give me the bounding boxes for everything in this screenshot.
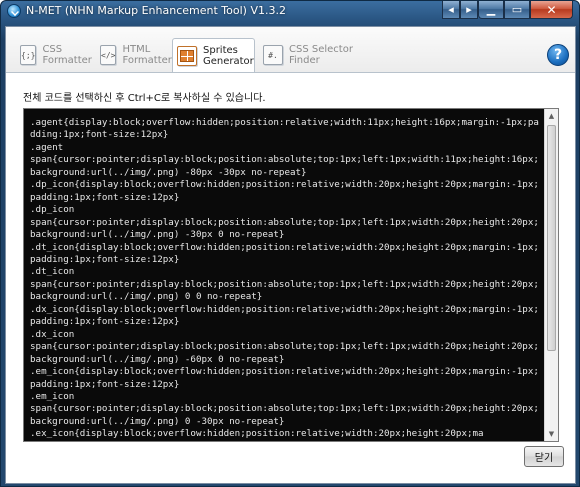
- tab-css-selector-finder[interactable]: #. CSS Selector Finder: [259, 38, 359, 72]
- maximize-button[interactable]: ▭: [504, 1, 530, 19]
- close-button[interactable]: 닫기: [524, 446, 564, 467]
- generated-css-code[interactable]: .agent{display:block;overflow:hidden;pos…: [30, 117, 541, 439]
- forward-arrow-icon: ▸: [466, 3, 472, 16]
- instruction-text: 전체 코드를 선택하신 후 Ctrl+C로 복사하실 수 있습니다.: [23, 93, 266, 104]
- scroll-down-icon[interactable]: ▼: [545, 427, 558, 441]
- tab-label: CSS Formatter: [42, 44, 92, 66]
- scroll-up-icon[interactable]: ▲: [545, 109, 558, 123]
- tab-html-formatter[interactable]: </> HTML Formatter: [96, 38, 172, 72]
- help-button[interactable]: ?: [547, 44, 569, 66]
- tab-sprites-generator[interactable]: Sprites Generator: [172, 38, 255, 73]
- tab-css-formatter[interactable]: {;} CSS Formatter: [16, 38, 92, 72]
- sprites-generator-panel: 전체 코드를 선택하신 후 Ctrl+C로 복사하실 수 있습니다. .agen…: [6, 72, 575, 483]
- close-window-button[interactable]: ✕: [530, 1, 573, 19]
- tab-label: HTML Formatter: [122, 44, 172, 66]
- minimize-icon: ▁: [486, 3, 496, 16]
- app-logo-icon: [7, 4, 21, 18]
- help-icon: ?: [553, 47, 563, 63]
- css-selector-finder-icon: #.: [263, 45, 283, 65]
- window-title: N-MET (NHN Markup Enhancement Tool) V1.3…: [26, 4, 286, 17]
- back-button[interactable]: ◂: [442, 1, 460, 19]
- client-area: {;} CSS Formatter </> HTML Formatter Spr…: [5, 26, 576, 484]
- forward-button[interactable]: ▸: [460, 1, 478, 19]
- tool-tabs: {;} CSS Formatter </> HTML Formatter Spr…: [6, 27, 575, 73]
- minimize-button[interactable]: ▁: [478, 1, 504, 19]
- css-formatter-icon: {;}: [20, 45, 37, 65]
- scrollbar-thumb[interactable]: [547, 125, 556, 351]
- app-window: N-MET (NHN Markup Enhancement Tool) V1.3…: [0, 0, 580, 487]
- tab-label: Sprites Generator: [203, 45, 254, 67]
- title-bar[interactable]: N-MET (NHN Markup Enhancement Tool) V1.3…: [1, 1, 579, 22]
- tab-label: CSS Selector Finder: [289, 44, 353, 66]
- sprites-generator-icon: [177, 46, 197, 66]
- code-output-box[interactable]: .agent{display:block;overflow:hidden;pos…: [23, 108, 559, 442]
- html-formatter-icon: </>: [100, 45, 117, 65]
- maximize-icon: ▭: [511, 3, 523, 16]
- back-arrow-icon: ◂: [448, 3, 454, 16]
- close-icon: ✕: [546, 2, 557, 17]
- vertical-scrollbar[interactable]: ▲ ▼: [544, 109, 558, 441]
- window-controls: ◂ ▸ ▁ ▭ ✕: [442, 1, 573, 19]
